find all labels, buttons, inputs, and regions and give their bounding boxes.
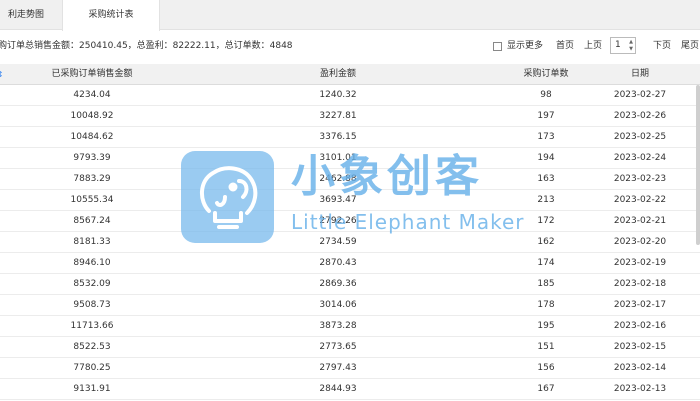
summary-text: 购订单总销售金额：250410.45，总盈利：82222.11，总订单数：484…	[0, 41, 293, 51]
show-more-checkbox[interactable]	[493, 42, 502, 51]
cell-profit: 3376.15	[319, 132, 357, 142]
cell-profit: 1240.32	[319, 90, 357, 100]
tab-profit-trend[interactable]: 利走势图	[0, 0, 62, 30]
cell-date: 2023-02-19	[613, 258, 667, 268]
column-header-sales[interactable]: 已采购订单销售金额	[22, 64, 162, 85]
cell-profit: 2792.26	[319, 216, 357, 226]
table-row[interactable]: 9508.73 3014.06 178 2023-02-17	[0, 295, 700, 316]
cell-date: 2023-02-22	[613, 195, 667, 205]
table-row[interactable]: 8532.09 2869.36 185 2023-02-18	[0, 274, 700, 295]
cell-date: 2023-02-14	[613, 363, 667, 373]
table-row[interactable]: 7780.25 2797.43 156 2023-02-14	[0, 358, 700, 379]
cell-profit: 3873.28	[319, 321, 357, 331]
cell-sales: 8567.24	[73, 216, 111, 226]
cell-date: 2023-02-15	[613, 342, 667, 352]
cell-date: 2023-02-21	[613, 216, 667, 226]
table-row[interactable]: 11713.66 3873.28 195 2023-02-16	[0, 316, 700, 337]
cell-sales: 10484.62	[70, 132, 114, 142]
cell-profit: 2797.43	[319, 363, 357, 373]
cell-sales: 8946.10	[73, 258, 111, 268]
cell-profit: 3227.81	[319, 111, 357, 121]
sort-icon[interactable]: ↕	[0, 64, 4, 85]
cell-profit: 2870.43	[319, 258, 357, 268]
table-header: ↕ 已采购订单销售金额 盈利金额 采购订单数 日期	[0, 64, 700, 85]
cell-date: 2023-02-26	[613, 111, 667, 121]
cell-profit: 3101.01	[319, 153, 357, 163]
tab-bar: 利走势图 采购统计表	[0, 0, 700, 31]
cell-date: 2023-02-16	[613, 321, 667, 331]
table-row[interactable]: 8946.10 2870.43 174 2023-02-19	[0, 253, 700, 274]
cell-date: 2023-02-20	[613, 237, 667, 247]
tab-purchase-stats[interactable]: 采购统计表	[62, 0, 160, 31]
cell-sales: 7780.25	[73, 363, 111, 373]
cell-profit: 2462.88	[319, 174, 357, 184]
table-row[interactable]: 10048.92 3227.81 197 2023-02-26	[0, 106, 700, 127]
table-row[interactable]: 9131.91 2844.93 167 2023-02-13	[0, 379, 700, 400]
page-number-input[interactable]: 1 ▲ ▼	[610, 37, 636, 54]
cell-profit: 3014.06	[319, 300, 357, 310]
column-header-profit[interactable]: 盈利金额	[268, 64, 408, 85]
next-page-button[interactable]: 下页	[653, 38, 671, 54]
cell-profit: 2869.36	[319, 279, 357, 289]
cell-sales: 10555.34	[70, 195, 114, 205]
cell-date: 2023-02-13	[613, 384, 667, 394]
cell-date: 2023-02-17	[613, 300, 667, 310]
cell-sales: 9508.73	[73, 300, 111, 310]
table-row[interactable]: 7883.29 2462.88 163 2023-02-23	[0, 169, 700, 190]
cell-sales: 9793.39	[73, 153, 111, 163]
show-more-label[interactable]: 显示更多	[507, 38, 543, 54]
spin-down-icon[interactable]: ▼	[629, 46, 633, 52]
cell-profit: 2844.93	[319, 384, 357, 394]
last-page-button[interactable]: 尾页	[681, 38, 699, 54]
cell-sales: 7883.29	[73, 174, 111, 184]
table-row[interactable]: 8567.24 2792.26 172 2023-02-21	[0, 211, 700, 232]
cell-sales: 4234.04	[73, 90, 111, 100]
cell-sales: 10048.92	[70, 111, 114, 121]
cell-sales: 11713.66	[70, 321, 114, 331]
table-row[interactable]: 10555.34 3693.47 213 2023-02-22	[0, 190, 700, 211]
cell-date: 2023-02-24	[613, 153, 667, 163]
table-row[interactable]: 8522.53 2773.65 151 2023-02-15	[0, 337, 700, 358]
table-row[interactable]: 10484.62 3376.15 173 2023-02-25	[0, 127, 700, 148]
column-header-date[interactable]: 日期	[580, 64, 700, 85]
table-row[interactable]: 4234.04 1240.32 98 2023-02-27	[0, 85, 700, 106]
page-number-value: 1	[615, 40, 621, 50]
cell-profit: 2734.59	[319, 237, 357, 247]
cell-sales: 8532.09	[73, 279, 111, 289]
table-row[interactable]: 8181.33 2734.59 162 2023-02-20	[0, 232, 700, 253]
cell-sales: 8522.53	[73, 342, 111, 352]
vertical-scrollbar[interactable]	[696, 85, 700, 245]
cell-profit: 2773.65	[319, 342, 357, 352]
cell-sales: 8181.33	[73, 237, 111, 247]
cell-date: 2023-02-23	[613, 174, 667, 184]
cell-sales: 9131.91	[73, 384, 111, 394]
spin-up-icon[interactable]: ▲	[629, 39, 633, 45]
cell-date: 2023-02-25	[613, 132, 667, 142]
first-page-button[interactable]: 首页	[556, 38, 574, 54]
prev-page-button[interactable]: 上页	[584, 38, 602, 54]
table-row[interactable]: 9793.39 3101.01 194 2023-02-24	[0, 148, 700, 169]
cell-date: 2023-02-27	[613, 90, 667, 100]
cell-profit: 3693.47	[319, 195, 357, 205]
cell-date: 2023-02-18	[613, 279, 667, 289]
